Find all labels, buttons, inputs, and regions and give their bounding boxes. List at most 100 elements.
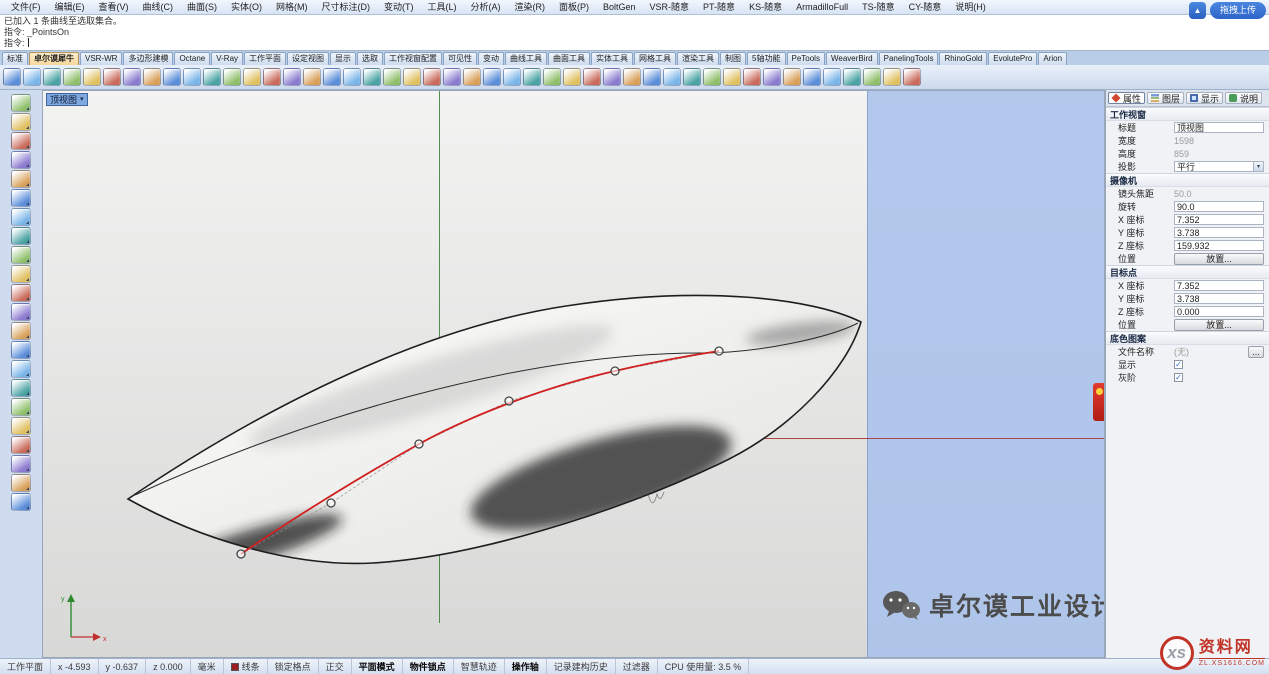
toolbar-tab-25[interactable]: EvolutePro <box>988 52 1037 65</box>
top-toolbar-icon-38[interactable] <box>743 68 761 86</box>
panel-tab-2[interactable]: 图层 <box>1147 92 1184 104</box>
menu-item-10[interactable]: 工具(L) <box>421 0 464 15</box>
red-ribbon-icon[interactable] <box>1093 383 1105 421</box>
left-toolbar-icon-13[interactable] <box>11 322 31 340</box>
toolbar-tab-18[interactable]: 渲染工具 <box>677 52 719 65</box>
top-toolbar-icon-8[interactable] <box>143 68 161 86</box>
top-toolbar-icon-30[interactable] <box>583 68 601 86</box>
menu-item-21[interactable]: 说明(H) <box>948 0 993 15</box>
top-toolbar-icon-4[interactable] <box>63 68 81 86</box>
viewport-title-tab[interactable]: 顶视图 ▾ <box>46 93 88 106</box>
toolbar-tab-24[interactable]: RhinoGold <box>939 52 987 65</box>
top-toolbar-icon-37[interactable] <box>723 68 741 86</box>
place-button[interactable]: 放置... <box>1174 253 1264 265</box>
top-toolbar-icon-3[interactable] <box>43 68 61 86</box>
place-button[interactable]: 放置... <box>1174 319 1264 331</box>
top-toolbar-icon-32[interactable] <box>623 68 641 86</box>
menu-item-14[interactable]: BoltGen <box>596 0 643 15</box>
top-toolbar-icon-31[interactable] <box>603 68 621 86</box>
status-item-7[interactable]: 锁定格点 <box>268 659 319 674</box>
left-toolbar-icon-14[interactable] <box>11 341 31 359</box>
menu-item-15[interactable]: VSR-随意 <box>643 0 697 15</box>
top-toolbar-icon-11[interactable] <box>203 68 221 86</box>
menu-item-17[interactable]: KS-随意 <box>742 0 789 15</box>
left-toolbar-icon-18[interactable] <box>11 417 31 435</box>
value-input[interactable]: 3.738 <box>1174 227 1264 238</box>
top-toolbar-icon-26[interactable] <box>503 68 521 86</box>
menu-item-16[interactable]: PT-随意 <box>696 0 742 15</box>
top-toolbar-icon-40[interactable] <box>783 68 801 86</box>
top-toolbar-icon-23[interactable] <box>443 68 461 86</box>
value-input[interactable]: 7.352 <box>1174 280 1264 291</box>
upload-button[interactable]: 拖拽上传 <box>1210 2 1266 19</box>
menu-item-18[interactable]: ArmadilloFull <box>789 0 855 15</box>
command-prompt[interactable]: 指令: <box>4 38 25 48</box>
toolbar-tab-6[interactable]: V-Ray <box>211 52 243 65</box>
left-toolbar-icon-8[interactable] <box>11 227 31 245</box>
menu-item-13[interactable]: 面板(P) <box>552 0 596 15</box>
top-toolbar-icon-7[interactable] <box>123 68 141 86</box>
menu-item-1[interactable]: 文件(F) <box>4 0 48 15</box>
left-toolbar-icon-3[interactable] <box>11 132 31 150</box>
menu-item-4[interactable]: 曲线(C) <box>136 0 181 15</box>
status-item-12[interactable]: 操作轴 <box>505 659 547 674</box>
top-toolbar-icon-20[interactable] <box>383 68 401 86</box>
top-toolbar-icon-21[interactable] <box>403 68 421 86</box>
value-input[interactable]: 顶视图 <box>1174 122 1264 133</box>
toolbar-tab-5[interactable]: Octane <box>174 52 210 65</box>
toolbar-tab-19[interactable]: 制图 <box>720 52 746 65</box>
top-toolbar-icon-19[interactable] <box>363 68 381 86</box>
top-toolbar-icon-17[interactable] <box>323 68 341 86</box>
toolbar-tab-9[interactable]: 显示 <box>330 52 356 65</box>
top-toolbar-icon-28[interactable] <box>543 68 561 86</box>
left-toolbar-icon-15[interactable] <box>11 360 31 378</box>
toolbar-tab-7[interactable]: 工作平面 <box>244 52 286 65</box>
toolbar-tab-23[interactable]: PanelingTools <box>879 52 939 65</box>
left-toolbar-icon-16[interactable] <box>11 379 31 397</box>
value-input[interactable]: 7.352 <box>1174 214 1264 225</box>
status-item-13[interactable]: 记录建构历史 <box>547 659 616 674</box>
top-toolbar-icon-35[interactable] <box>683 68 701 86</box>
left-toolbar-icon-9[interactable] <box>11 246 31 264</box>
top-toolbar-icon-24[interactable] <box>463 68 481 86</box>
toolbar-tab-10[interactable]: 选取 <box>357 52 383 65</box>
top-toolbar-icon-45[interactable] <box>883 68 901 86</box>
top-toolbar-icon-9[interactable] <box>163 68 181 86</box>
top-toolbar-icon-12[interactable] <box>223 68 241 86</box>
menu-item-20[interactable]: CY-随意 <box>902 0 949 15</box>
menu-item-8[interactable]: 尺寸标注(D) <box>315 0 378 15</box>
toolbar-tab-17[interactable]: 网格工具 <box>634 52 676 65</box>
menu-item-7[interactable]: 网格(M) <box>269 0 315 15</box>
top-toolbar-icon-29[interactable] <box>563 68 581 86</box>
browse-button[interactable]: ... <box>1248 346 1264 358</box>
toolbar-tab-13[interactable]: 变动 <box>478 52 504 65</box>
top-toolbar-icon-1[interactable] <box>3 68 21 86</box>
status-item-11[interactable]: 智慧轨迹 <box>454 659 505 674</box>
left-toolbar-icon-22[interactable] <box>11 493 31 511</box>
checkbox-2[interactable]: ✓ <box>1174 360 1183 369</box>
top-toolbar-icon-6[interactable] <box>103 68 121 86</box>
top-toolbar-icon-42[interactable] <box>823 68 841 86</box>
top-toolbar-icon-2[interactable] <box>23 68 41 86</box>
menu-item-12[interactable]: 渲染(R) <box>508 0 553 15</box>
value-input[interactable]: 0.000 <box>1174 306 1264 317</box>
toolbar-tab-12[interactable]: 可见性 <box>443 52 477 65</box>
top-toolbar-icon-33[interactable] <box>643 68 661 86</box>
toolbar-tab-14[interactable]: 曲线工具 <box>505 52 547 65</box>
left-toolbar-icon-17[interactable] <box>11 398 31 416</box>
left-toolbar-icon-4[interactable] <box>11 151 31 169</box>
projection-dropdown[interactable]: 平行▾ <box>1174 161 1264 172</box>
toolbar-tab-4[interactable]: 多边形建模 <box>123 52 173 65</box>
left-toolbar-icon-7[interactable] <box>11 208 31 226</box>
top-toolbar-icon-41[interactable] <box>803 68 821 86</box>
toolbar-tab-2[interactable]: 卓尔谟犀牛 <box>29 52 79 65</box>
toolbar-tab-26[interactable]: Arion <box>1038 52 1067 65</box>
status-item-8[interactable]: 正交 <box>319 659 352 674</box>
menu-item-2[interactable]: 编辑(E) <box>48 0 92 15</box>
top-toolbar-icon-18[interactable] <box>343 68 361 86</box>
top-toolbar-icon-22[interactable] <box>423 68 441 86</box>
toolbar-tab-21[interactable]: PeTools <box>787 52 825 65</box>
left-toolbar-icon-20[interactable] <box>11 455 31 473</box>
top-toolbar-icon-34[interactable] <box>663 68 681 86</box>
panel-tab-1[interactable]: 属性 <box>1108 92 1145 104</box>
